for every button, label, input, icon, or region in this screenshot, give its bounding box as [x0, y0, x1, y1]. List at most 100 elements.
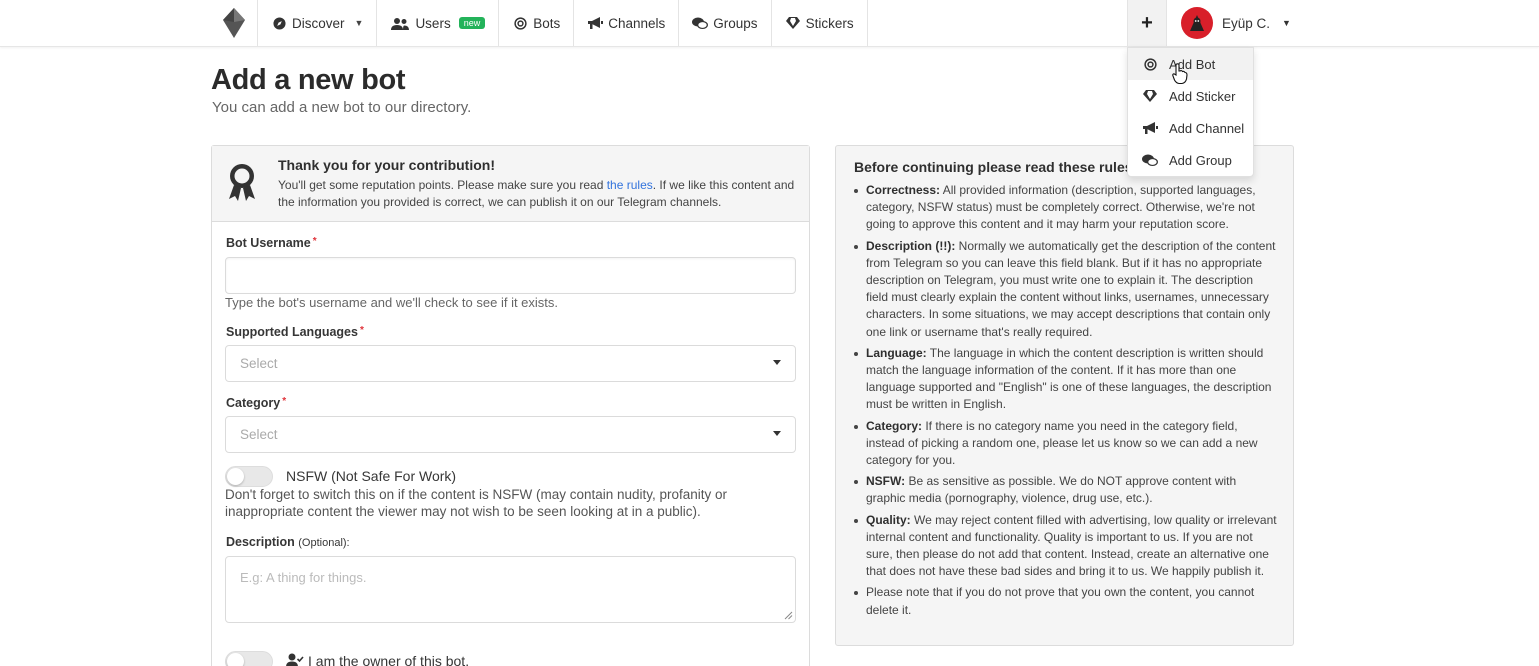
rule-term: Description (!!):	[866, 238, 956, 253]
nav-channels[interactable]: Channels	[574, 0, 680, 46]
chevron-down-icon: ▼	[1282, 18, 1291, 28]
nav-bots-label: Bots	[533, 15, 561, 31]
rule-term: Correctness:	[866, 183, 941, 197]
menu-item-add-group[interactable]: Add Group	[1128, 144, 1253, 176]
rule-text: Normally we automatically get the descri…	[866, 238, 1276, 339]
rule-item: Category: If there is no category name y…	[853, 418, 1278, 470]
nav-stickers[interactable]: Stickers	[772, 0, 868, 46]
chevron-down-icon: ▼	[354, 18, 364, 28]
nav-stickers-label: Stickers	[805, 15, 854, 31]
notice-text: You'll get some reputation points. Pleas…	[278, 177, 798, 211]
rule-term: Category:	[866, 418, 923, 433]
gem-icon	[785, 15, 801, 31]
caret-down-icon	[773, 360, 781, 365]
category-label-text: Category	[226, 396, 281, 410]
menu-item-add-bot[interactable]: Add Bot	[1128, 48, 1253, 80]
award-icon	[229, 164, 255, 201]
notice-text-before: You'll get some reputation points. Pleas…	[278, 178, 607, 192]
rules-panel: Before continuing please read these rule…	[835, 145, 1294, 646]
description-placeholder: E.g: A thing for things.	[240, 570, 367, 585]
languages-select[interactable]: Select	[225, 345, 796, 382]
nav-users-label: Users	[415, 15, 451, 31]
new-badge: new	[458, 17, 486, 29]
contribution-notice: Thank you for your contribution! You'll …	[212, 146, 809, 222]
languages-label-text: Supported Languages	[226, 325, 358, 339]
menu-item-add-sticker[interactable]: Add Sticker	[1128, 80, 1253, 112]
languages-placeholder: Select	[240, 356, 278, 371]
languages-label: Supported Languages *	[226, 325, 364, 339]
nav-bots[interactable]: Bots	[499, 0, 575, 46]
rule-term: NSFW:	[866, 474, 906, 489]
rule-term: Language:	[866, 345, 927, 360]
nav-discover[interactable]: Discover ▼	[258, 0, 378, 46]
plus-icon: +	[1141, 11, 1153, 34]
required-mark: *	[312, 236, 317, 247]
rule-item: Correctness: All provided information (d…	[853, 182, 1278, 234]
nav-groups[interactable]: Groups	[679, 0, 772, 46]
menu-item-label: Add Channel	[1169, 120, 1245, 136]
add-bot-form: Thank you for your contribution! You'll …	[211, 145, 810, 666]
rule-term: Quality:	[866, 512, 911, 527]
owner-toggle[interactable]	[225, 651, 273, 666]
user-name: Eyüp C.	[1222, 15, 1271, 31]
bot-username-input[interactable]	[225, 257, 796, 294]
rule-item: Quality: We may reject content filled wi…	[853, 512, 1278, 581]
rules-list: Correctness: All provided information (d…	[853, 182, 1278, 623]
nsfw-toggle[interactable]	[225, 466, 273, 487]
rule-item: NSFW: Be as sensitive as possible. We do…	[853, 473, 1278, 507]
page-title: Add a new bot	[211, 64, 406, 96]
menu-item-label: Add Group	[1169, 152, 1232, 168]
rule-text: The language in which the content descri…	[866, 345, 1272, 412]
diamond-logo-icon	[222, 8, 245, 38]
rule-text: Be as sensitive as possible. We do NOT a…	[866, 474, 1237, 506]
category-select[interactable]: Select	[225, 416, 796, 453]
category-label: Category *	[226, 396, 286, 410]
megaphone-icon	[1142, 120, 1158, 136]
rule-item: Description (!!): Normally we automatica…	[853, 238, 1278, 341]
user-check-icon	[286, 653, 304, 666]
rule-text: If there is no category name you need in…	[866, 418, 1258, 468]
username-help: Type the bot's username and we'll check …	[225, 295, 559, 310]
page-subtitle: You can add a new bot to our directory.	[212, 99, 472, 116]
description-label: Description (Optional):	[226, 535, 350, 549]
avatar	[1181, 7, 1213, 39]
compass-icon	[271, 15, 287, 31]
required-mark: *	[282, 396, 287, 407]
user-menu[interactable]: Eyüp C. ▼	[1167, 0, 1305, 46]
optional-tag: (Optional):	[298, 537, 350, 549]
rules-title: Before continuing please read these rule…	[854, 159, 1133, 175]
users-icon	[390, 15, 410, 31]
site-logo[interactable]	[210, 0, 258, 46]
rules-link[interactable]: the rules	[607, 178, 653, 192]
top-navbar: Discover ▼ Users new Bots Channels Group…	[0, 0, 1539, 47]
comments-icon	[692, 15, 709, 31]
username-label: Bot Username *	[226, 236, 317, 250]
add-dropdown-menu: Add Bot Add Sticker Add Channel Add Grou…	[1127, 47, 1254, 177]
megaphone-icon	[587, 15, 603, 31]
nav-users[interactable]: Users new	[377, 0, 500, 46]
bot-icon	[512, 15, 528, 31]
rule-item: Language: The language in which the cont…	[853, 345, 1278, 414]
notice-title: Thank you for your contribution!	[278, 157, 495, 173]
gem-icon	[1142, 88, 1158, 104]
nsfw-help: Don't forget to switch this on if the co…	[225, 487, 728, 519]
description-textarea[interactable]: E.g: A thing for things.	[225, 556, 796, 623]
menu-item-label: Add Sticker	[1169, 88, 1236, 104]
description-label-text: Description	[226, 535, 295, 549]
rule-item: Please note that if you do not prove tha…	[853, 584, 1278, 618]
username-label-text: Bot Username	[226, 236, 311, 250]
menu-item-add-channel[interactable]: Add Channel	[1128, 112, 1253, 144]
required-mark: *	[359, 325, 364, 336]
rule-text: We may reject content filled with advert…	[866, 512, 1277, 579]
caret-down-icon	[773, 431, 781, 436]
resize-grip-icon[interactable]	[784, 611, 793, 620]
nsfw-label: NSFW (Not Safe For Work)	[286, 468, 457, 484]
hand-cursor-icon	[1172, 63, 1188, 85]
add-menu-button[interactable]: +	[1127, 0, 1167, 46]
comments-icon	[1142, 152, 1158, 168]
rule-text: Please note that if you do not prove tha…	[866, 585, 1255, 617]
nav-channels-label: Channels	[608, 15, 666, 31]
owner-label: I am the owner of this bot.	[308, 653, 470, 666]
nav-discover-label: Discover	[292, 15, 345, 31]
nav-groups-label: Groups	[713, 15, 758, 31]
